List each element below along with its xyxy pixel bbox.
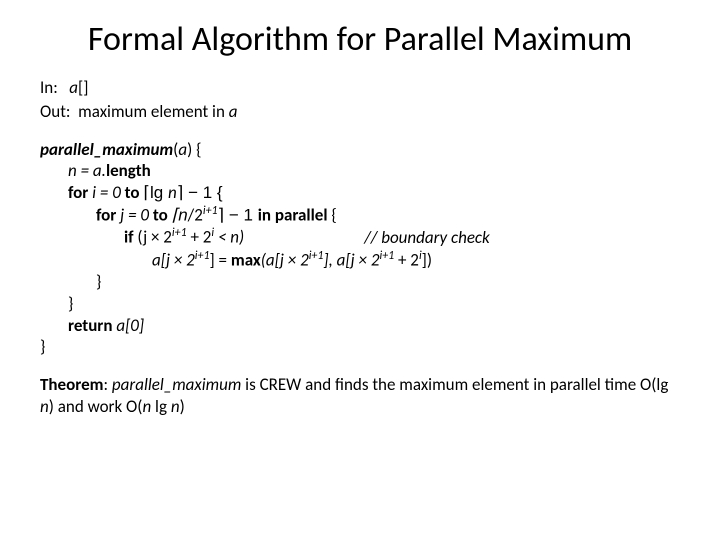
t4: lg xyxy=(151,396,171,417)
t3: ) and work O( xyxy=(49,396,143,417)
l5-m1: ] = xyxy=(209,249,230,270)
theorem-block: Theorem: parallel_maximum is CREW and fi… xyxy=(40,374,680,418)
to-kw: to xyxy=(125,182,144,203)
t2: is CREW and finds the maximum element in… xyxy=(241,374,668,395)
l5-e1: i+1 xyxy=(195,249,210,263)
slide: Formal Algorithm for Parallel Maximum In… xyxy=(0,0,720,438)
return-kw: return xyxy=(68,315,116,336)
boundary-comment: // boundary check xyxy=(364,227,490,248)
brace-close-fn: } xyxy=(40,336,680,358)
in-suffix: [] xyxy=(78,77,88,98)
io-block: In: a[] Out: maximum element in a xyxy=(40,77,680,123)
l4-post: < n) xyxy=(214,227,244,248)
in-var: a xyxy=(69,77,78,98)
in-label: In: xyxy=(40,77,58,98)
line-if: if (j × 2i+1 + 2i < n)// boundary check xyxy=(40,226,680,248)
out-text: maximum element in xyxy=(78,101,229,122)
t-n3: n xyxy=(171,396,180,417)
fn-signature: parallel_maximum(a) { xyxy=(40,139,680,161)
l3-n: ⌈n xyxy=(172,206,188,225)
t1: : xyxy=(103,374,111,395)
l3-brace: { xyxy=(328,205,337,226)
fn-open: ) { xyxy=(187,139,201,160)
l3-exp: i+1 xyxy=(203,204,218,218)
brace-close-j: } xyxy=(40,271,680,293)
l4-p1: (j × 2 xyxy=(137,227,172,248)
theorem-label: Theorem xyxy=(40,374,103,395)
l2-lg-pre: ⌈lg xyxy=(143,183,168,202)
out-label: Out: xyxy=(40,101,70,122)
line-assign: a[j × 2i+1] = max(a[j × 2i+1], a[j × 2i+… xyxy=(40,249,680,271)
line-for-i: for i = 0 to ⌈lg n⌉ − 1 { xyxy=(40,182,680,204)
l2-n: n xyxy=(168,182,177,203)
input-line: In: a[] xyxy=(40,77,680,99)
line-n-length: n = a.length xyxy=(40,160,680,182)
line-for-j: for j = 0 to ⌈n/2i+1⌉ − 1 in parallel { xyxy=(40,204,680,226)
theorem-fn: parallel_maximum xyxy=(112,374,241,395)
output-line: Out: maximum element in a xyxy=(40,101,680,123)
l3-body: j = 0 xyxy=(120,205,153,226)
line-return: return a[0] xyxy=(40,315,680,337)
code-block: parallel_maximum(a) { n = a.length for i… xyxy=(40,139,680,358)
ret-val: a[0] xyxy=(116,315,144,336)
l5-m2: (a[j × 2 xyxy=(261,249,309,270)
brace-close-i: } xyxy=(40,293,680,315)
l3-ceil: ⌉ − 1 xyxy=(218,206,258,225)
l2-lg-post: ⌉ − 1 { xyxy=(177,183,223,202)
l4-m: + 2 xyxy=(187,227,212,248)
if-kw: if xyxy=(124,227,137,248)
out-var: a xyxy=(229,101,238,122)
slide-body: In: a[] Out: maximum element in a parall… xyxy=(40,77,680,417)
t5: ) xyxy=(180,396,185,417)
for-kw: for xyxy=(68,182,92,203)
fn-arg: a xyxy=(178,139,187,160)
l5-m5: ]) xyxy=(422,249,432,270)
max-kw: max xyxy=(231,249,261,270)
to-kw-j: to xyxy=(153,205,172,226)
l5-e3: i+1 xyxy=(379,249,394,263)
t-n2: n xyxy=(142,396,151,417)
slide-title: Formal Algorithm for Parallel Maximum xyxy=(40,20,680,59)
l5-e2: i+1 xyxy=(309,249,324,263)
l1-pre: n = a. xyxy=(68,160,106,181)
t-n1: n xyxy=(40,396,49,417)
l3-div: /2 xyxy=(188,205,203,226)
l2-body: i = 0 xyxy=(92,182,125,203)
l4-e1: i+1 xyxy=(172,226,187,240)
fn-name: parallel_maximum xyxy=(40,139,173,160)
l5-p1: a[j × 2 xyxy=(152,249,195,270)
in-parallel-kw: in parallel xyxy=(258,205,328,226)
l5-m3: ], a[j × 2 xyxy=(323,249,379,270)
for-kw-j: for xyxy=(96,205,120,226)
l1-length: length xyxy=(106,160,151,181)
l5-m4: + 2 xyxy=(394,249,419,270)
